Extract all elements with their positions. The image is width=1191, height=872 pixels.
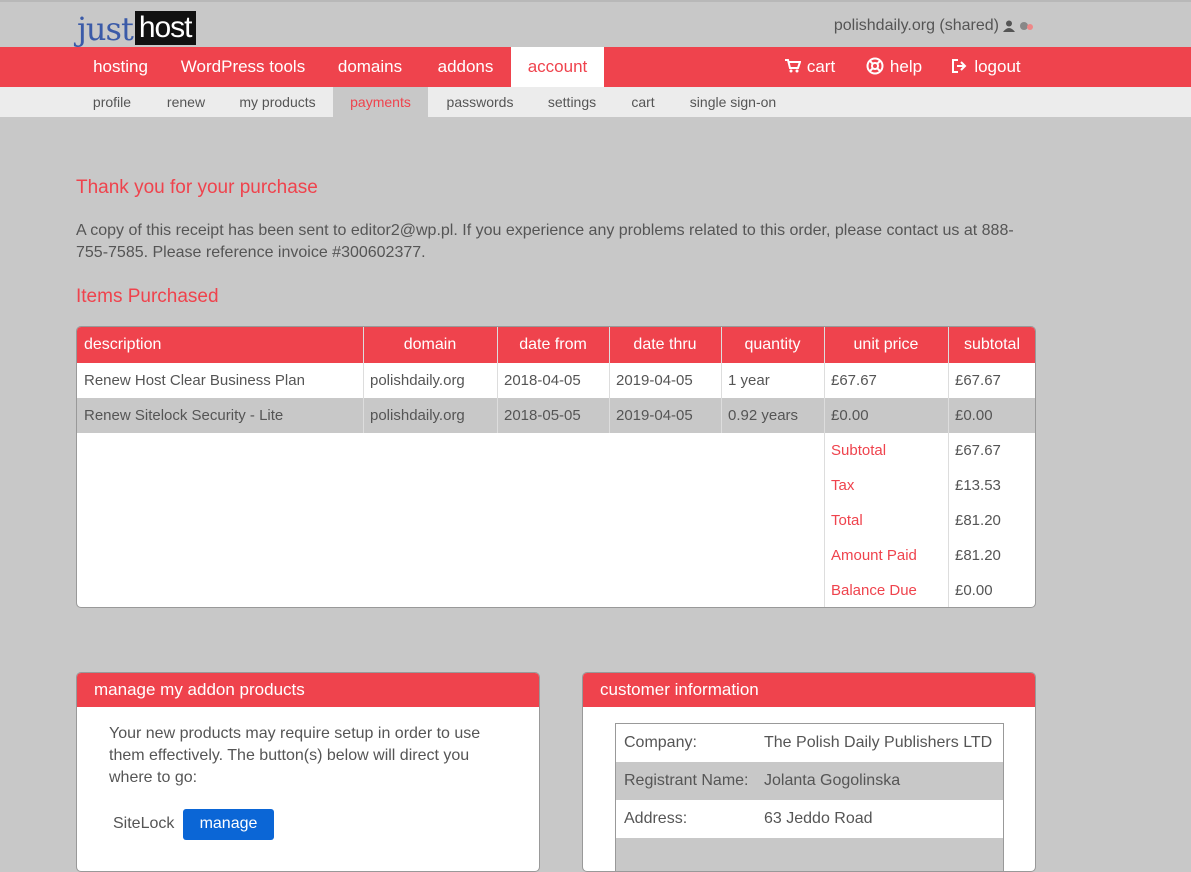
- cart-icon: [784, 59, 802, 73]
- customer-info-table: Company: The Polish Daily Publishers LTD…: [615, 723, 1004, 871]
- nav-account[interactable]: account: [511, 47, 604, 87]
- nav-wordpress-tools[interactable]: WordPress tools: [168, 47, 318, 87]
- tax-value: £13.53: [955, 477, 1001, 494]
- lifebuoy-icon: [866, 57, 884, 75]
- balance-due-value: £0.00: [955, 582, 993, 599]
- subtotal-value: £67.67: [955, 442, 1001, 459]
- nav-hosting[interactable]: hosting: [77, 47, 164, 87]
- subnav-single-sign-on[interactable]: single sign-on: [675, 87, 791, 117]
- logout-icon: [952, 59, 967, 73]
- addon-panel-title: manage my addon products: [77, 673, 539, 707]
- address-value: 63 Jeddo Road: [764, 810, 873, 827]
- thanks-heading: Thank you for your purchase: [76, 177, 318, 198]
- row2-domain: polishdaily.org: [370, 407, 465, 424]
- main-nav: hosting WordPress tools domains addons a…: [0, 47, 1191, 87]
- receipt-text: A copy of this receipt has been sent to …: [76, 222, 1014, 261]
- row1-date-thru: 2019-04-05: [616, 372, 693, 389]
- nav-logout-label: logout: [974, 57, 1021, 76]
- items-table: description domain date from date thru q…: [76, 326, 1036, 608]
- subnav-settings[interactable]: settings: [532, 87, 612, 117]
- customer-row: Registrant Name: Jolanta Gogolinska: [616, 762, 1003, 800]
- nav-addons[interactable]: addons: [421, 47, 510, 87]
- subnav-renew[interactable]: renew: [152, 87, 220, 117]
- customer-row-partial: [616, 838, 1003, 871]
- col-header-date-thru: date thru: [633, 336, 697, 353]
- addon-products-panel: manage my addon products Your new produc…: [76, 672, 540, 872]
- subnav-cart[interactable]: cart: [615, 87, 671, 117]
- subnav-payments[interactable]: payments: [333, 87, 428, 117]
- manage-sitelock-button[interactable]: manage: [183, 809, 274, 840]
- company-key: Company:: [624, 734, 697, 751]
- gears-icon: [1020, 22, 1033, 30]
- col-header-date-from: date from: [519, 336, 587, 353]
- items-purchased-heading: Items Purchased: [76, 286, 219, 307]
- col-header-quantity: quantity: [744, 336, 801, 353]
- subtotal-label: Subtotal: [831, 442, 887, 459]
- customer-row: Company: The Polish Daily Publishers LTD: [616, 724, 1003, 762]
- registrant-value: Jolanta Gogolinska: [764, 772, 901, 789]
- tax-label: Tax: [831, 477, 855, 494]
- nav-help[interactable]: help: [858, 47, 930, 87]
- user-icon: [1003, 20, 1015, 32]
- col-header-subtotal: subtotal: [963, 336, 1021, 353]
- total-label: Total: [831, 512, 863, 529]
- balance-due-label: Balance Due: [831, 582, 917, 599]
- nav-cart[interactable]: cart: [776, 47, 844, 87]
- customer-row: Address: 63 Jeddo Road: [616, 800, 1003, 838]
- customer-info-panel: customer information Company: The Polish…: [582, 672, 1036, 872]
- row1-subtotal: £67.67: [955, 372, 1001, 389]
- nav-domains[interactable]: domains: [323, 47, 417, 87]
- amount-paid-label: Amount Paid: [831, 547, 917, 564]
- row2-quantity: 0.92 years: [728, 407, 799, 424]
- col-header-domain: domain: [403, 336, 457, 353]
- row2-date-thru: 2019-04-05: [616, 407, 693, 424]
- sub-nav: profile renew my products payments passw…: [0, 87, 1191, 117]
- nav-cart-label: cart: [806, 57, 836, 76]
- customer-panel-title: customer information: [583, 673, 1035, 707]
- row2-date-from: 2018-05-05: [504, 407, 581, 424]
- address-key: Address:: [624, 810, 688, 827]
- addon-panel-text: Your new products may require setup in o…: [109, 725, 481, 786]
- row1-quantity: 1 year: [728, 372, 770, 389]
- row2-unit-price: £0.00: [831, 407, 869, 424]
- col-divider: [824, 327, 825, 607]
- account-label: polishdaily.org (shared): [833, 17, 999, 34]
- nav-help-label: help: [889, 57, 923, 76]
- col-header-unit-price: unit price: [853, 336, 919, 353]
- logo-just: just: [77, 10, 134, 48]
- justhost-logo[interactable]: just host: [77, 9, 196, 45]
- logo-host: host: [134, 11, 196, 45]
- row1-unit-price: £67.67: [831, 372, 877, 389]
- row2-description: Renew Sitelock Security - Lite: [84, 407, 284, 424]
- row2-subtotal: £0.00: [955, 407, 993, 424]
- sitelock-label: SiteLock: [113, 815, 175, 832]
- row1-domain: polishdaily.org: [370, 372, 465, 389]
- col-header-description: description: [84, 336, 162, 353]
- top-bar: just host polishdaily.org (shared): [0, 0, 1191, 47]
- amount-paid-value: £81.20: [955, 547, 1001, 564]
- row1-description: Renew Host Clear Business Plan: [84, 372, 305, 389]
- col-divider: [948, 327, 949, 607]
- subnav-passwords[interactable]: passwords: [430, 87, 530, 117]
- total-value: £81.20: [955, 512, 1001, 529]
- subnav-my-products[interactable]: my products: [224, 87, 331, 117]
- account-indicator[interactable]: polishdaily.org (shared): [834, 17, 1035, 35]
- nav-logout[interactable]: logout: [944, 47, 1028, 87]
- row1-date-from: 2018-04-05: [504, 372, 581, 389]
- registrant-key: Registrant Name:: [624, 772, 749, 789]
- company-value: The Polish Daily Publishers LTD: [764, 734, 993, 751]
- subnav-profile[interactable]: profile: [77, 87, 147, 117]
